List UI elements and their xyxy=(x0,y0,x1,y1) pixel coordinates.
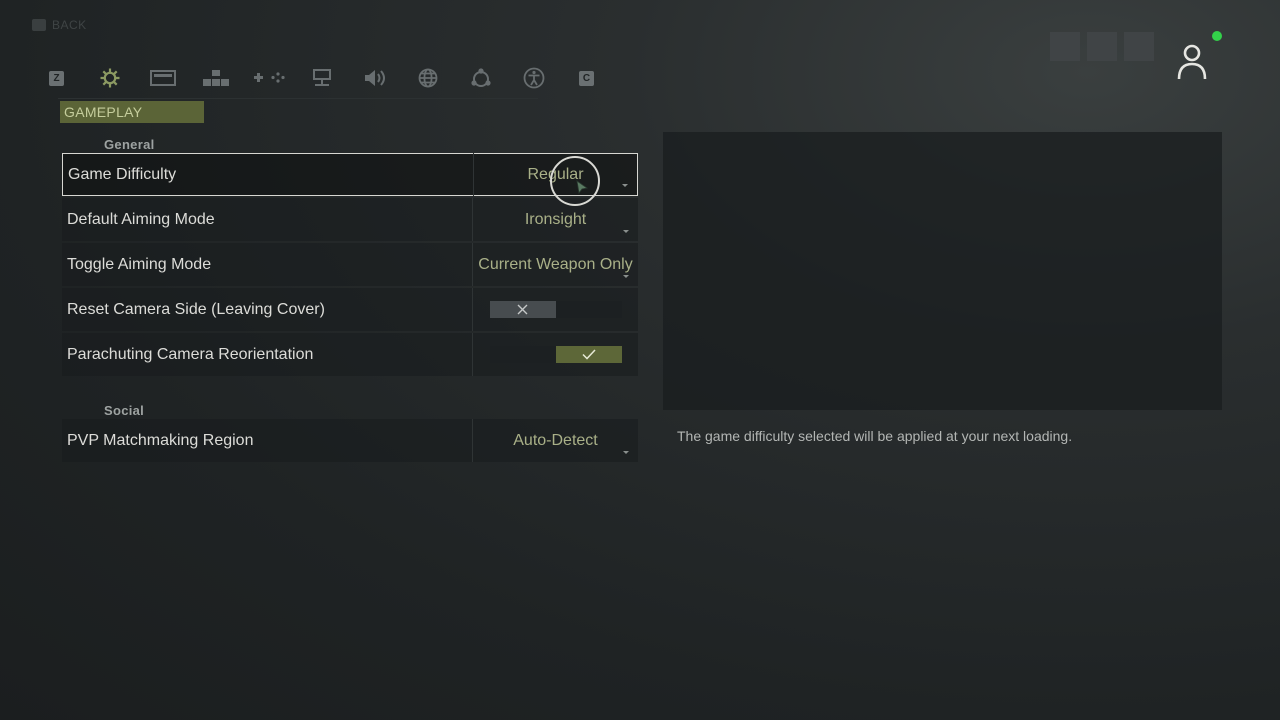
setting-value: Auto-Detect xyxy=(513,431,598,449)
group-label-social: Social xyxy=(104,403,145,418)
cursor-ring xyxy=(550,156,600,206)
setting-row-default-aiming-mode[interactable]: Default Aiming Mode Ironsight xyxy=(62,198,638,241)
tab-controller[interactable] xyxy=(242,64,295,92)
chevron-down-icon xyxy=(623,451,629,454)
back-label: BACK xyxy=(52,18,87,32)
setting-label: Toggle Aiming Mode xyxy=(67,255,212,273)
speaker-icon xyxy=(364,70,385,86)
toggle-off-segment[interactable] xyxy=(489,301,556,318)
tab-audio[interactable] xyxy=(348,64,401,92)
group-label-general: General xyxy=(104,137,155,152)
profile-button[interactable] xyxy=(1174,42,1210,82)
tab-bar-divider xyxy=(58,98,538,99)
tab-keyboard[interactable] xyxy=(189,64,242,92)
setting-label: Parachuting Camera Reorientation xyxy=(67,345,314,363)
setting-row-pvp-matchmaking-region[interactable]: PVP Matchmaking Region Auto-Detect xyxy=(62,419,638,462)
tab-next-key[interactable]: C xyxy=(560,64,613,92)
checkmark-icon xyxy=(581,349,596,360)
chevron-down-icon xyxy=(622,184,628,187)
cursor-pointer-icon xyxy=(576,180,588,199)
setting-label: PVP Matchmaking Region xyxy=(67,431,254,449)
toggle-off-segment[interactable] xyxy=(489,346,556,363)
gear-icon xyxy=(100,68,119,88)
tab-language[interactable] xyxy=(401,64,454,92)
back-key-icon xyxy=(32,19,46,31)
setting-value: Ironsight xyxy=(524,210,587,228)
tab-network[interactable] xyxy=(295,64,348,92)
user-icon xyxy=(1177,44,1207,80)
display-icon xyxy=(149,70,176,86)
setting-row-parachuting-camera[interactable]: Parachuting Camera Reorientation xyxy=(62,333,638,376)
globe-icon xyxy=(418,68,437,88)
settings-tab-bar: Z C xyxy=(30,64,613,92)
setting-value-dropdown[interactable]: Ironsight xyxy=(473,198,638,241)
setting-value-dropdown[interactable]: Auto-Detect xyxy=(473,419,638,462)
tab-social[interactable] xyxy=(454,64,507,92)
squad-slot[interactable] xyxy=(1124,32,1154,61)
tab-gameplay[interactable] xyxy=(83,64,136,92)
gamepad-icon xyxy=(253,72,285,83)
tab-display[interactable] xyxy=(136,64,189,92)
section-tag-gameplay: GAMEPLAY xyxy=(60,101,204,123)
toggle-switch[interactable] xyxy=(489,346,622,363)
back-button[interactable]: BACK xyxy=(32,18,87,32)
toggle-on-segment[interactable] xyxy=(555,346,622,363)
c-key-icon: C xyxy=(579,70,594,86)
tab-accessibility[interactable] xyxy=(507,64,560,92)
share-icon xyxy=(470,68,491,87)
setting-preview-panel xyxy=(663,132,1222,410)
online-status-indicator xyxy=(1212,31,1222,41)
z-key-icon: Z xyxy=(49,70,64,86)
squad-slot[interactable] xyxy=(1087,32,1117,61)
setting-row-reset-camera-side[interactable]: Reset Camera Side (Leaving Cover) xyxy=(62,288,638,331)
setting-label: Default Aiming Mode xyxy=(67,210,215,228)
setting-toggle-cell xyxy=(473,288,638,331)
close-icon xyxy=(517,304,528,315)
squad-slot[interactable] xyxy=(1050,32,1080,61)
toggle-switch[interactable] xyxy=(489,301,622,318)
keyboard-icon xyxy=(202,70,229,86)
toggle-on-segment[interactable] xyxy=(555,301,622,318)
chevron-down-icon xyxy=(623,230,629,233)
setting-value-dropdown[interactable]: Current Weapon Only xyxy=(473,243,638,286)
chevron-down-icon xyxy=(623,275,629,278)
accessibility-icon xyxy=(523,67,544,89)
setting-label: Reset Camera Side (Leaving Cover) xyxy=(67,300,325,318)
setting-row-toggle-aiming-mode[interactable]: Toggle Aiming Mode Current Weapon Only xyxy=(62,243,638,286)
setting-value: Current Weapon Only xyxy=(478,255,633,273)
network-icon xyxy=(312,69,331,86)
setting-toggle-cell xyxy=(473,333,638,376)
tab-prev-key[interactable]: Z xyxy=(30,64,83,92)
setting-label: Game Difficulty xyxy=(68,165,177,183)
setting-description: The game difficulty selected will be app… xyxy=(677,428,1073,444)
